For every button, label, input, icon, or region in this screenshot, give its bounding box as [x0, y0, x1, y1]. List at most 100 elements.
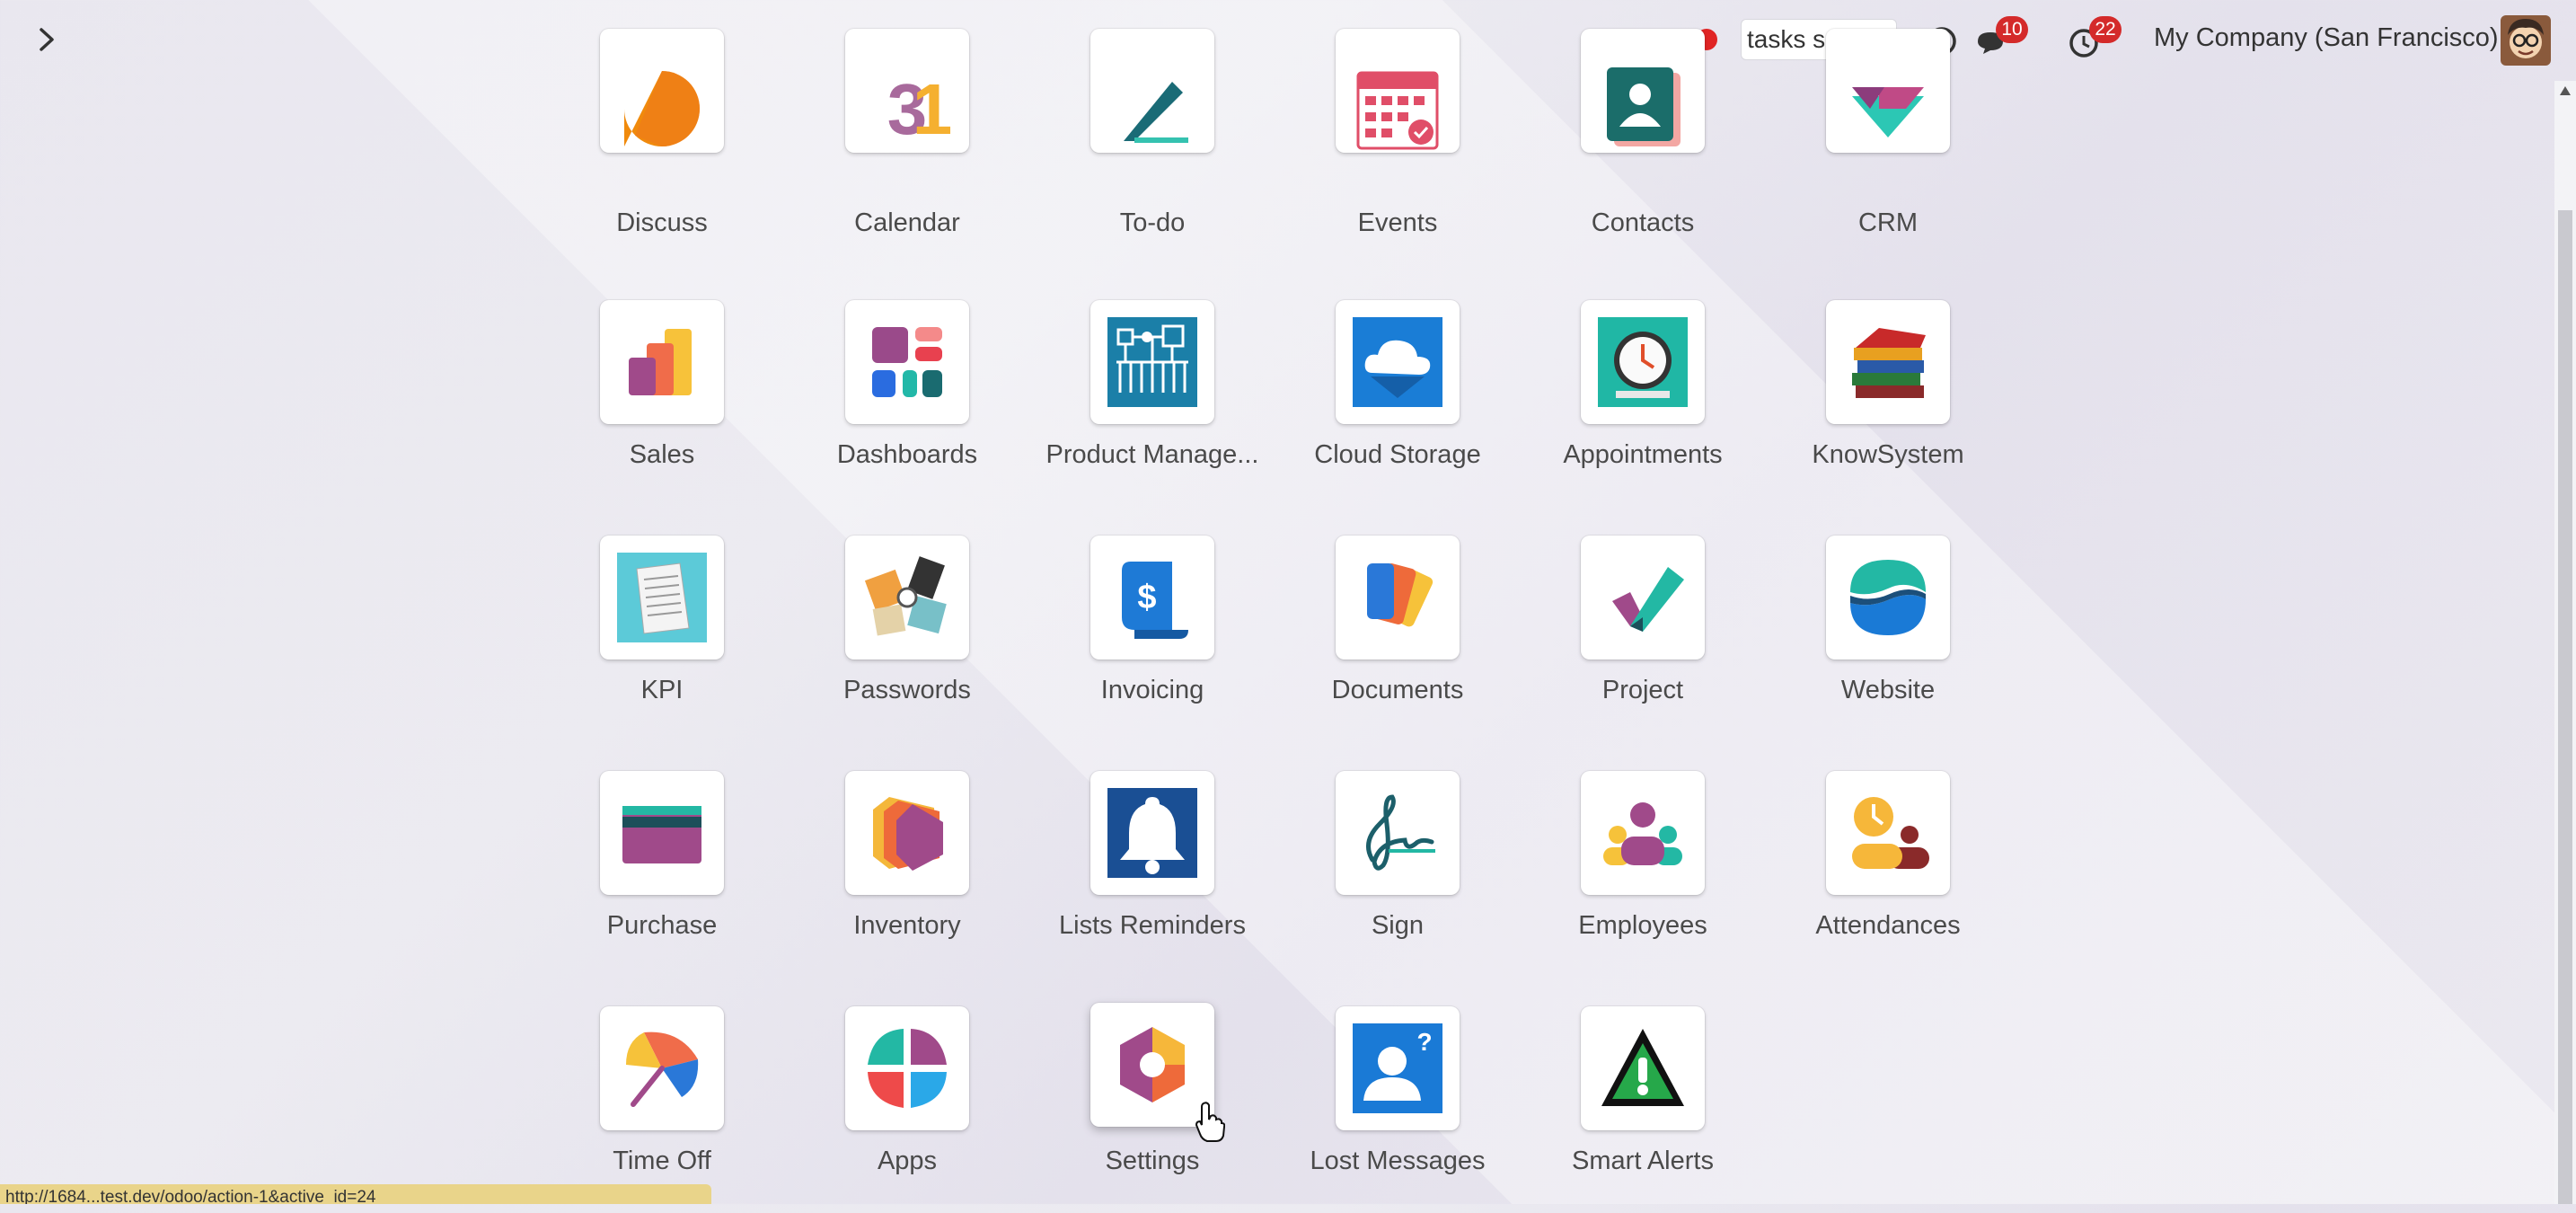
- app-tile: [1090, 29, 1214, 153]
- avatar-icon: [2501, 15, 2551, 66]
- app-label: To-do: [1119, 208, 1186, 237]
- documents-icon: [1367, 563, 1434, 627]
- bell-icon: [1107, 788, 1197, 878]
- app-label: Time Off: [613, 1147, 711, 1175]
- app-label: Appointments: [1563, 440, 1723, 469]
- app-tile: [845, 1006, 969, 1130]
- app-project[interactable]: Project: [1535, 536, 1751, 742]
- app-tile: [1826, 771, 1950, 895]
- status-url: http://1684...test.dev/odoo/action-1&act…: [0, 1184, 711, 1204]
- dashboards-icon: [872, 327, 942, 397]
- knowsystem-icon: [1852, 328, 1926, 398]
- invoicing-icon: $: [1122, 562, 1188, 639]
- app-tile: [1336, 300, 1460, 424]
- app-sales[interactable]: Sales: [554, 300, 770, 507]
- app-tile: [1581, 771, 1705, 895]
- app-time-off[interactable]: Time Off: [554, 1006, 770, 1213]
- app-website[interactable]: Website: [1780, 536, 1996, 742]
- scrollbar-thumb[interactable]: [2558, 210, 2572, 1204]
- app-tile: [600, 771, 724, 895]
- app-tile: [1336, 29, 1460, 153]
- app-apps[interactable]: Apps: [799, 1006, 1015, 1213]
- cloud-storage-icon: [1353, 317, 1442, 407]
- app-inventory[interactable]: Inventory: [799, 771, 1015, 978]
- app-label: Contacts: [1591, 208, 1695, 237]
- app-tile: [845, 771, 969, 895]
- app-tile: [1581, 300, 1705, 424]
- app-label: Events: [1357, 208, 1438, 237]
- app-tile: [600, 536, 724, 660]
- purchase-icon: [622, 806, 701, 863]
- crm-icon: [1852, 87, 1924, 137]
- app-tile: [1336, 771, 1460, 895]
- app-label: Cloud Storage: [1314, 440, 1481, 469]
- app-tile: $: [1090, 536, 1214, 660]
- sidebar-toggle-button[interactable]: [27, 20, 66, 59]
- app-smart-alerts[interactable]: Smart Alerts: [1535, 1006, 1751, 1213]
- company-switcher[interactable]: My Company (San Francisco): [2154, 23, 2499, 53]
- app-label: Product Manage...: [1045, 440, 1259, 469]
- app-label: Purchase: [606, 911, 718, 940]
- app-cloud-storage[interactable]: Cloud Storage: [1290, 300, 1505, 507]
- app-label: Inventory: [853, 911, 961, 940]
- app-label: Website: [1840, 676, 1936, 704]
- discuss-icon: [624, 71, 700, 146]
- app-contacts[interactable]: Contacts: [1535, 29, 1751, 271]
- app-label: Settings: [1105, 1147, 1200, 1175]
- app-crm[interactable]: CRM: [1780, 29, 1996, 271]
- app-todo[interactable]: To-do: [1045, 29, 1260, 271]
- calendar-icon: 31: [887, 69, 952, 149]
- app-label: Discuss: [616, 208, 708, 237]
- app-product-management[interactable]: Product Manage...: [1045, 300, 1260, 507]
- app-label: Sign: [1371, 911, 1425, 940]
- app-label: Attendances: [1815, 911, 1961, 940]
- appointments-icon: [1598, 317, 1688, 407]
- app-tile: [1090, 300, 1214, 424]
- app-tile: [1336, 536, 1460, 660]
- chevron-right-icon: [40, 28, 54, 51]
- app-knowsystem[interactable]: KnowSystem: [1780, 300, 1996, 507]
- app-label: Apps: [877, 1147, 938, 1175]
- passwords-icon: [864, 556, 947, 636]
- app-label: Sales: [629, 440, 695, 469]
- scroll-up-arrow-icon[interactable]: [2560, 86, 2571, 95]
- app-events[interactable]: Events: [1290, 29, 1505, 271]
- app-tile: [1826, 300, 1950, 424]
- svg-text:1: 1: [913, 69, 952, 149]
- app-label: Dashboards: [836, 440, 978, 469]
- user-avatar[interactable]: [2501, 15, 2551, 66]
- app-tile: [600, 1006, 724, 1130]
- app-label: Calendar: [854, 208, 960, 237]
- app-invoicing[interactable]: $ Invoicing: [1045, 536, 1260, 742]
- vertical-scrollbar[interactable]: [2554, 81, 2576, 1204]
- app-employees[interactable]: Employees: [1535, 771, 1751, 978]
- app-sign[interactable]: Sign: [1290, 771, 1505, 978]
- app-label: Invoicing: [1100, 676, 1204, 704]
- top-bar: tasks search 10 22 My Company (San Franc…: [0, 0, 2576, 81]
- app-lost-messages[interactable]: ? Lost Messages: [1290, 1006, 1505, 1213]
- app-discuss[interactable]: Discuss: [554, 29, 770, 271]
- app-tile: [1581, 536, 1705, 660]
- app-tile: [1090, 771, 1214, 895]
- app-tile: 31: [845, 29, 969, 153]
- app-label: KPI: [640, 676, 684, 704]
- app-tile: [845, 300, 969, 424]
- app-attendances[interactable]: Attendances: [1780, 771, 1996, 978]
- settings-icon: [1120, 1027, 1185, 1102]
- app-passwords[interactable]: Passwords: [799, 536, 1015, 742]
- app-appointments[interactable]: Appointments: [1535, 300, 1751, 507]
- app-tile: [600, 300, 724, 424]
- app-tile: [1826, 29, 1950, 153]
- app-label: Project: [1601, 676, 1684, 704]
- contacts-icon: [1607, 67, 1681, 146]
- events-icon: [1356, 71, 1439, 150]
- app-purchase[interactable]: Purchase: [554, 771, 770, 978]
- app-label: Passwords: [843, 676, 971, 704]
- app-settings[interactable]: Settings: [1045, 1003, 1260, 1213]
- app-documents[interactable]: Documents: [1290, 536, 1505, 742]
- app-dashboards[interactable]: Dashboards: [799, 300, 1015, 507]
- app-calendar[interactable]: 31 Calendar: [799, 29, 1015, 271]
- background-decoration: [0, 0, 2576, 1204]
- app-lists-reminders[interactable]: Lists Reminders: [1045, 771, 1260, 978]
- app-kpi[interactable]: KPI: [554, 536, 770, 742]
